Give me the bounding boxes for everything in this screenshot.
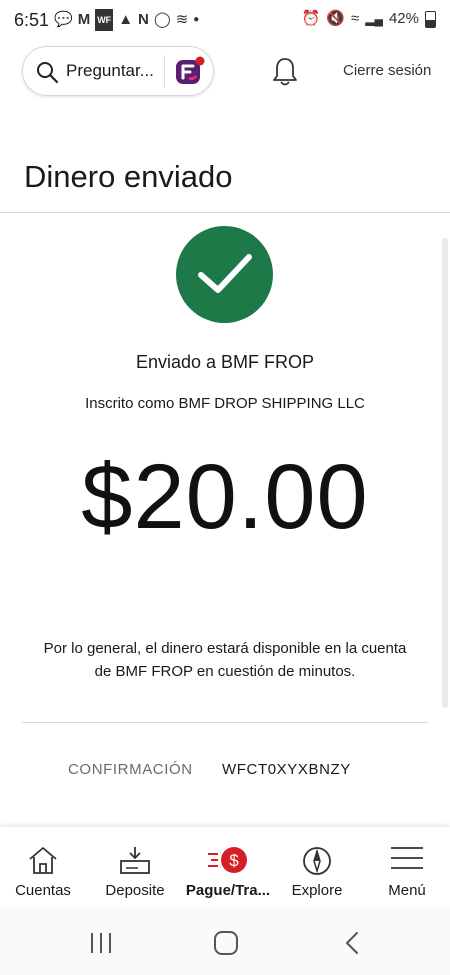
- bottom-nav: Cuentas Deposite $ Pague/Tra... Explore: [0, 827, 450, 907]
- confirmation-label: CONFIRMACIÓN: [68, 761, 193, 778]
- availability-note: Por lo general, el dinero estará disponi…: [43, 640, 407, 680]
- recents-icon[interactable]: [87, 929, 115, 957]
- confirmation-number: WFCT0XYXBNZY: [222, 761, 351, 778]
- battery-percent: 42%: [388, 10, 419, 27]
- nav-item-cuentas[interactable]: Cuentas: [0, 827, 86, 907]
- wifi-icon: ≈: [351, 10, 360, 27]
- nav-label-menu: Menú: [388, 882, 426, 899]
- status-bar: 6:51 💬 M WF ▲ N ◯ ≋ ● ⏰ 🔇 ≈ ▂▄ 42%: [0, 0, 450, 42]
- battery-icon: [425, 10, 436, 28]
- nav-item-explore[interactable]: Explore: [272, 827, 362, 907]
- page-title: Dinero enviado: [24, 158, 233, 194]
- notification-icons: 💬 M WF ▲ N ◯ ≋ ●: [54, 9, 199, 31]
- divider: [22, 722, 428, 723]
- nav-item-deposite[interactable]: Deposite: [90, 827, 180, 907]
- bell-icon[interactable]: [270, 56, 300, 88]
- chat-icon: 💬: [54, 11, 73, 28]
- mute-icon: 🔇: [326, 10, 345, 27]
- amount-sent: $20.00: [81, 446, 369, 548]
- deposit-icon: [120, 847, 150, 874]
- search-placeholder: Preguntar...: [66, 61, 154, 80]
- nav-item-menu[interactable]: Menú: [364, 827, 450, 907]
- system-status-icons: ⏰ 🔇 ≈ ▂▄ 42%: [302, 9, 436, 29]
- back-icon[interactable]: [339, 929, 367, 957]
- signal-icon: ▂▄: [365, 12, 383, 26]
- nav-label-deposite: Deposite: [105, 882, 165, 899]
- pay-transfer-icon: $: [208, 847, 247, 873]
- wf-icon: WF: [95, 9, 114, 31]
- svg-text:$: $: [229, 851, 239, 870]
- search-divider: [164, 55, 165, 88]
- status-time: 6:51: [14, 10, 50, 30]
- logout-link[interactable]: Cierre sesión: [343, 62, 431, 79]
- n-icon: N: [138, 11, 149, 28]
- alarm-icon: ⏰: [301, 10, 321, 27]
- instagram-icon: ◯: [153, 11, 171, 28]
- dot-icon: ●: [193, 14, 200, 25]
- nav-label-explore: Explore: [291, 882, 343, 899]
- search-bar[interactable]: Preguntar...: [22, 46, 214, 96]
- divider: [0, 212, 450, 213]
- system-nav-bar: [0, 907, 450, 975]
- house-icon: [29, 847, 57, 874]
- app-icon: ▲: [118, 11, 134, 28]
- nav-item-pague-transfiera[interactable]: $ Pague/Tra...: [180, 827, 276, 907]
- nav-label-pague-transfiera: Pague/Tra...: [185, 882, 271, 899]
- home-icon[interactable]: [212, 929, 240, 957]
- gmail-icon: M: [77, 11, 91, 28]
- hamburger-icon: [391, 847, 423, 869]
- enrolled-as-text: Inscrito como BMF DROP SHIPPING LLC: [85, 395, 365, 412]
- wallet-icon: ≋: [175, 11, 189, 28]
- recipient-text: Enviado a BMF FROP: [135, 352, 315, 372]
- success-check-icon: [176, 226, 273, 323]
- compass-icon: [303, 847, 331, 875]
- search-icon: [37, 62, 59, 84]
- nav-label-cuentas: Cuentas: [15, 882, 71, 899]
- fargo-assistant-icon[interactable]: [175, 56, 205, 86]
- app-header: Preguntar... Cierre sesión: [0, 42, 450, 102]
